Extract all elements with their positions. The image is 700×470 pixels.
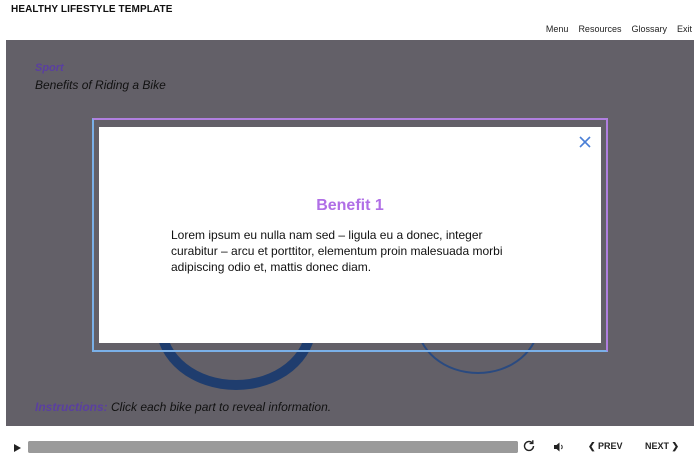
chevron-left-icon: ❮	[588, 441, 599, 451]
close-icon[interactable]	[577, 134, 593, 150]
prev-label: PREV	[598, 441, 623, 451]
instructions: Instructions: Click each bike part to re…	[35, 400, 331, 414]
glossary-link[interactable]: Glossary	[631, 24, 667, 34]
modal-title: Benefit 1	[316, 197, 384, 214]
replay-icon[interactable]	[522, 439, 536, 453]
next-button[interactable]: NEXT ❯	[645, 441, 679, 452]
volume-icon[interactable]	[553, 441, 565, 453]
top-nav: Menu Resources Glossary Exit	[546, 24, 692, 34]
progress-bar[interactable]	[28, 441, 518, 453]
menu-link[interactable]: Menu	[546, 24, 569, 34]
resources-link[interactable]: Resources	[578, 24, 621, 34]
slide-subtitle: Benefits of Riding a Bike	[35, 78, 166, 92]
instructions-lead: Instructions:	[35, 400, 108, 414]
course-title: HEALTHY LIFESTYLE TEMPLATE	[11, 4, 173, 15]
prev-button[interactable]: ❮ PREV	[588, 441, 623, 452]
benefit-modal: Benefit 1 Lorem ipsum eu nulla nam sed –…	[99, 127, 601, 343]
modal-body: Lorem ipsum eu nulla nam sed – ligula eu…	[171, 228, 503, 274]
exit-link[interactable]: Exit	[677, 24, 692, 34]
next-label: NEXT	[645, 441, 670, 451]
play-icon[interactable]	[14, 444, 21, 452]
instructions-text: Click each bike part to reveal informati…	[107, 400, 332, 414]
player-bar: ❮ PREV NEXT ❯	[0, 436, 700, 462]
progress-fill	[28, 441, 518, 453]
chevron-right-icon: ❯	[669, 441, 680, 451]
section-label: Sport	[35, 62, 64, 74]
